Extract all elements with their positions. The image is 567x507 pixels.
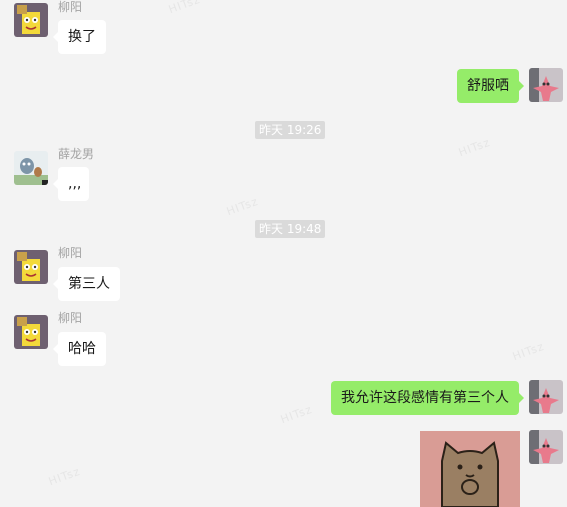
timestamp: 昨天 19:26: [255, 121, 326, 139]
message-bubble[interactable]: ,,,: [53, 167, 89, 201]
chat-panel: HITsz HITsz HITsz HITsz HITsz HITsz 柳阳 换…: [0, 0, 567, 507]
watermark: HITsz: [456, 135, 493, 160]
message-bubble[interactable]: 哈哈: [53, 332, 106, 366]
timestamp: 昨天 19:48: [255, 220, 326, 238]
watermark: HITsz: [46, 464, 83, 489]
watermark: HITsz: [166, 0, 203, 17]
starfish-avatar-icon[interactable]: [529, 430, 563, 464]
sponge-avatar-icon[interactable]: [14, 3, 48, 37]
sender-name: 柳阳: [58, 0, 83, 14]
sponge-avatar-icon[interactable]: [14, 250, 48, 284]
message-bubble[interactable]: 第三人: [53, 267, 120, 301]
sponge-avatar-icon[interactable]: [14, 315, 48, 349]
cat-sticker-icon[interactable]: [420, 431, 520, 507]
sender-name: 柳阳: [58, 246, 83, 260]
starfish-avatar-icon[interactable]: [529, 68, 563, 102]
message-bubble[interactable]: 我允许这段感情有第三个人: [331, 381, 524, 415]
cat-mouse-avatar-icon[interactable]: [14, 151, 48, 185]
message-bubble[interactable]: 舒服哂: [457, 69, 524, 103]
message-bubble[interactable]: 换了: [53, 20, 106, 54]
watermark: HITsz: [510, 339, 547, 364]
watermark: HITsz: [224, 194, 261, 219]
starfish-avatar-icon[interactable]: [529, 380, 563, 414]
sender-name: 薛龙男: [58, 147, 95, 161]
sender-name: 柳阳: [58, 311, 83, 325]
watermark: HITsz: [278, 402, 315, 427]
